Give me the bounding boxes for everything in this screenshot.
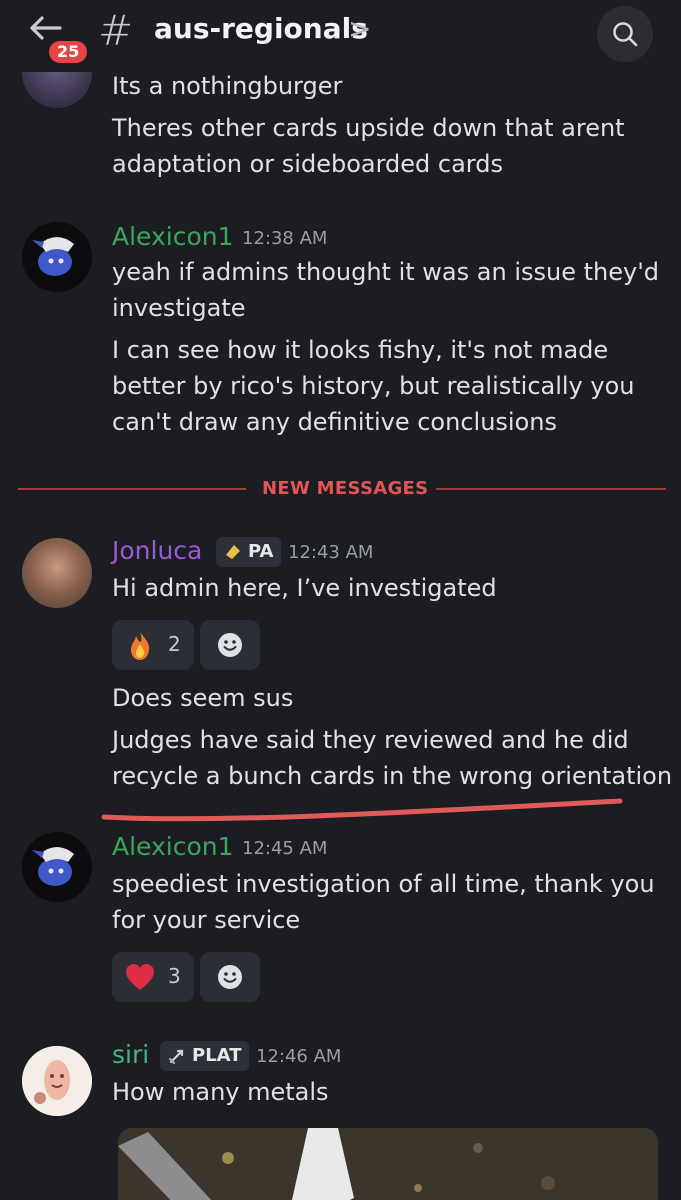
reaction-count: 2	[168, 632, 181, 656]
message-line: Theres other cards upside down that aren…	[112, 114, 625, 142]
reaction-fire[interactable]: 2	[112, 620, 194, 670]
tag-label: PLAT	[192, 1045, 242, 1066]
avatar[interactable]	[22, 832, 92, 902]
tag-label: PA	[248, 541, 274, 562]
username[interactable]: Jonluca	[112, 536, 202, 565]
sword-icon	[168, 1049, 184, 1065]
add-reaction-button[interactable]	[200, 952, 260, 1002]
avatar[interactable]	[22, 222, 92, 292]
message-line: recycle a bunch cards in the wrong orien…	[112, 762, 673, 790]
message-line: Does seem sus	[112, 684, 294, 712]
reaction-heart[interactable]: 3	[112, 952, 194, 1002]
avatar-image	[22, 222, 92, 292]
channel-name[interactable]: aus-regionals	[154, 12, 368, 45]
image-attachment[interactable]	[118, 1128, 658, 1200]
smiley-icon	[218, 633, 242, 657]
username[interactable]: siri	[112, 1040, 149, 1069]
message-line: How many metals	[112, 1078, 329, 1106]
username[interactable]: Alexicon1	[112, 222, 234, 251]
timestamp: 12:38 AM	[242, 228, 328, 249]
smiley-icon	[218, 965, 242, 989]
add-reaction-button[interactable]	[200, 620, 260, 670]
avatar-image	[22, 1046, 92, 1116]
message-line: adaptation or sideboarded cards	[112, 150, 503, 178]
user-tag: PLAT	[160, 1041, 250, 1071]
chevron-right-icon[interactable]: >	[348, 12, 371, 45]
red-annotation-underline	[101, 798, 623, 822]
search-button[interactable]	[597, 6, 653, 62]
timestamp: 12:43 AM	[288, 542, 374, 563]
timestamp: 12:46 AM	[256, 1046, 342, 1067]
fire-emoji-icon	[131, 632, 150, 660]
message-line: yeah if admins thought it was an issue t…	[112, 258, 660, 286]
message-line: for your service	[112, 906, 301, 934]
channel-header: 25 # aus-regionals >	[0, 0, 681, 72]
unread-badge: 25	[46, 38, 91, 66]
avatar-image	[22, 832, 92, 902]
new-messages-divider-left	[18, 488, 246, 490]
new-messages-label: NEW MESSAGES	[262, 478, 429, 499]
heart-emoji-icon	[126, 964, 154, 990]
avatar[interactable]	[22, 1046, 92, 1116]
image-attachment-content	[118, 1128, 658, 1200]
message-line: Its a nothingburger	[112, 72, 343, 100]
message-line: can't draw any definitive conclusions	[112, 408, 557, 436]
message-line: speediest investigation of all time, tha…	[112, 870, 655, 898]
message-line: Judges have said they reviewed and he di…	[112, 726, 629, 754]
message-line: I can see how it looks fishy, it's not m…	[112, 336, 609, 364]
message-line: better by rico's history, but realistica…	[112, 372, 635, 400]
reaction-count: 3	[168, 964, 181, 988]
message-line: Hi admin here, I’ve investigated	[112, 574, 497, 602]
message-line: investigate	[112, 294, 246, 322]
avatar[interactable]	[22, 538, 92, 608]
username[interactable]: Alexicon1	[112, 832, 234, 861]
new-messages-divider-right	[436, 488, 666, 490]
tag-icon	[226, 545, 240, 559]
search-icon	[613, 22, 638, 47]
timestamp: 12:45 AM	[242, 838, 328, 859]
hash-icon: #	[98, 6, 134, 55]
user-tag: PA	[216, 537, 282, 567]
